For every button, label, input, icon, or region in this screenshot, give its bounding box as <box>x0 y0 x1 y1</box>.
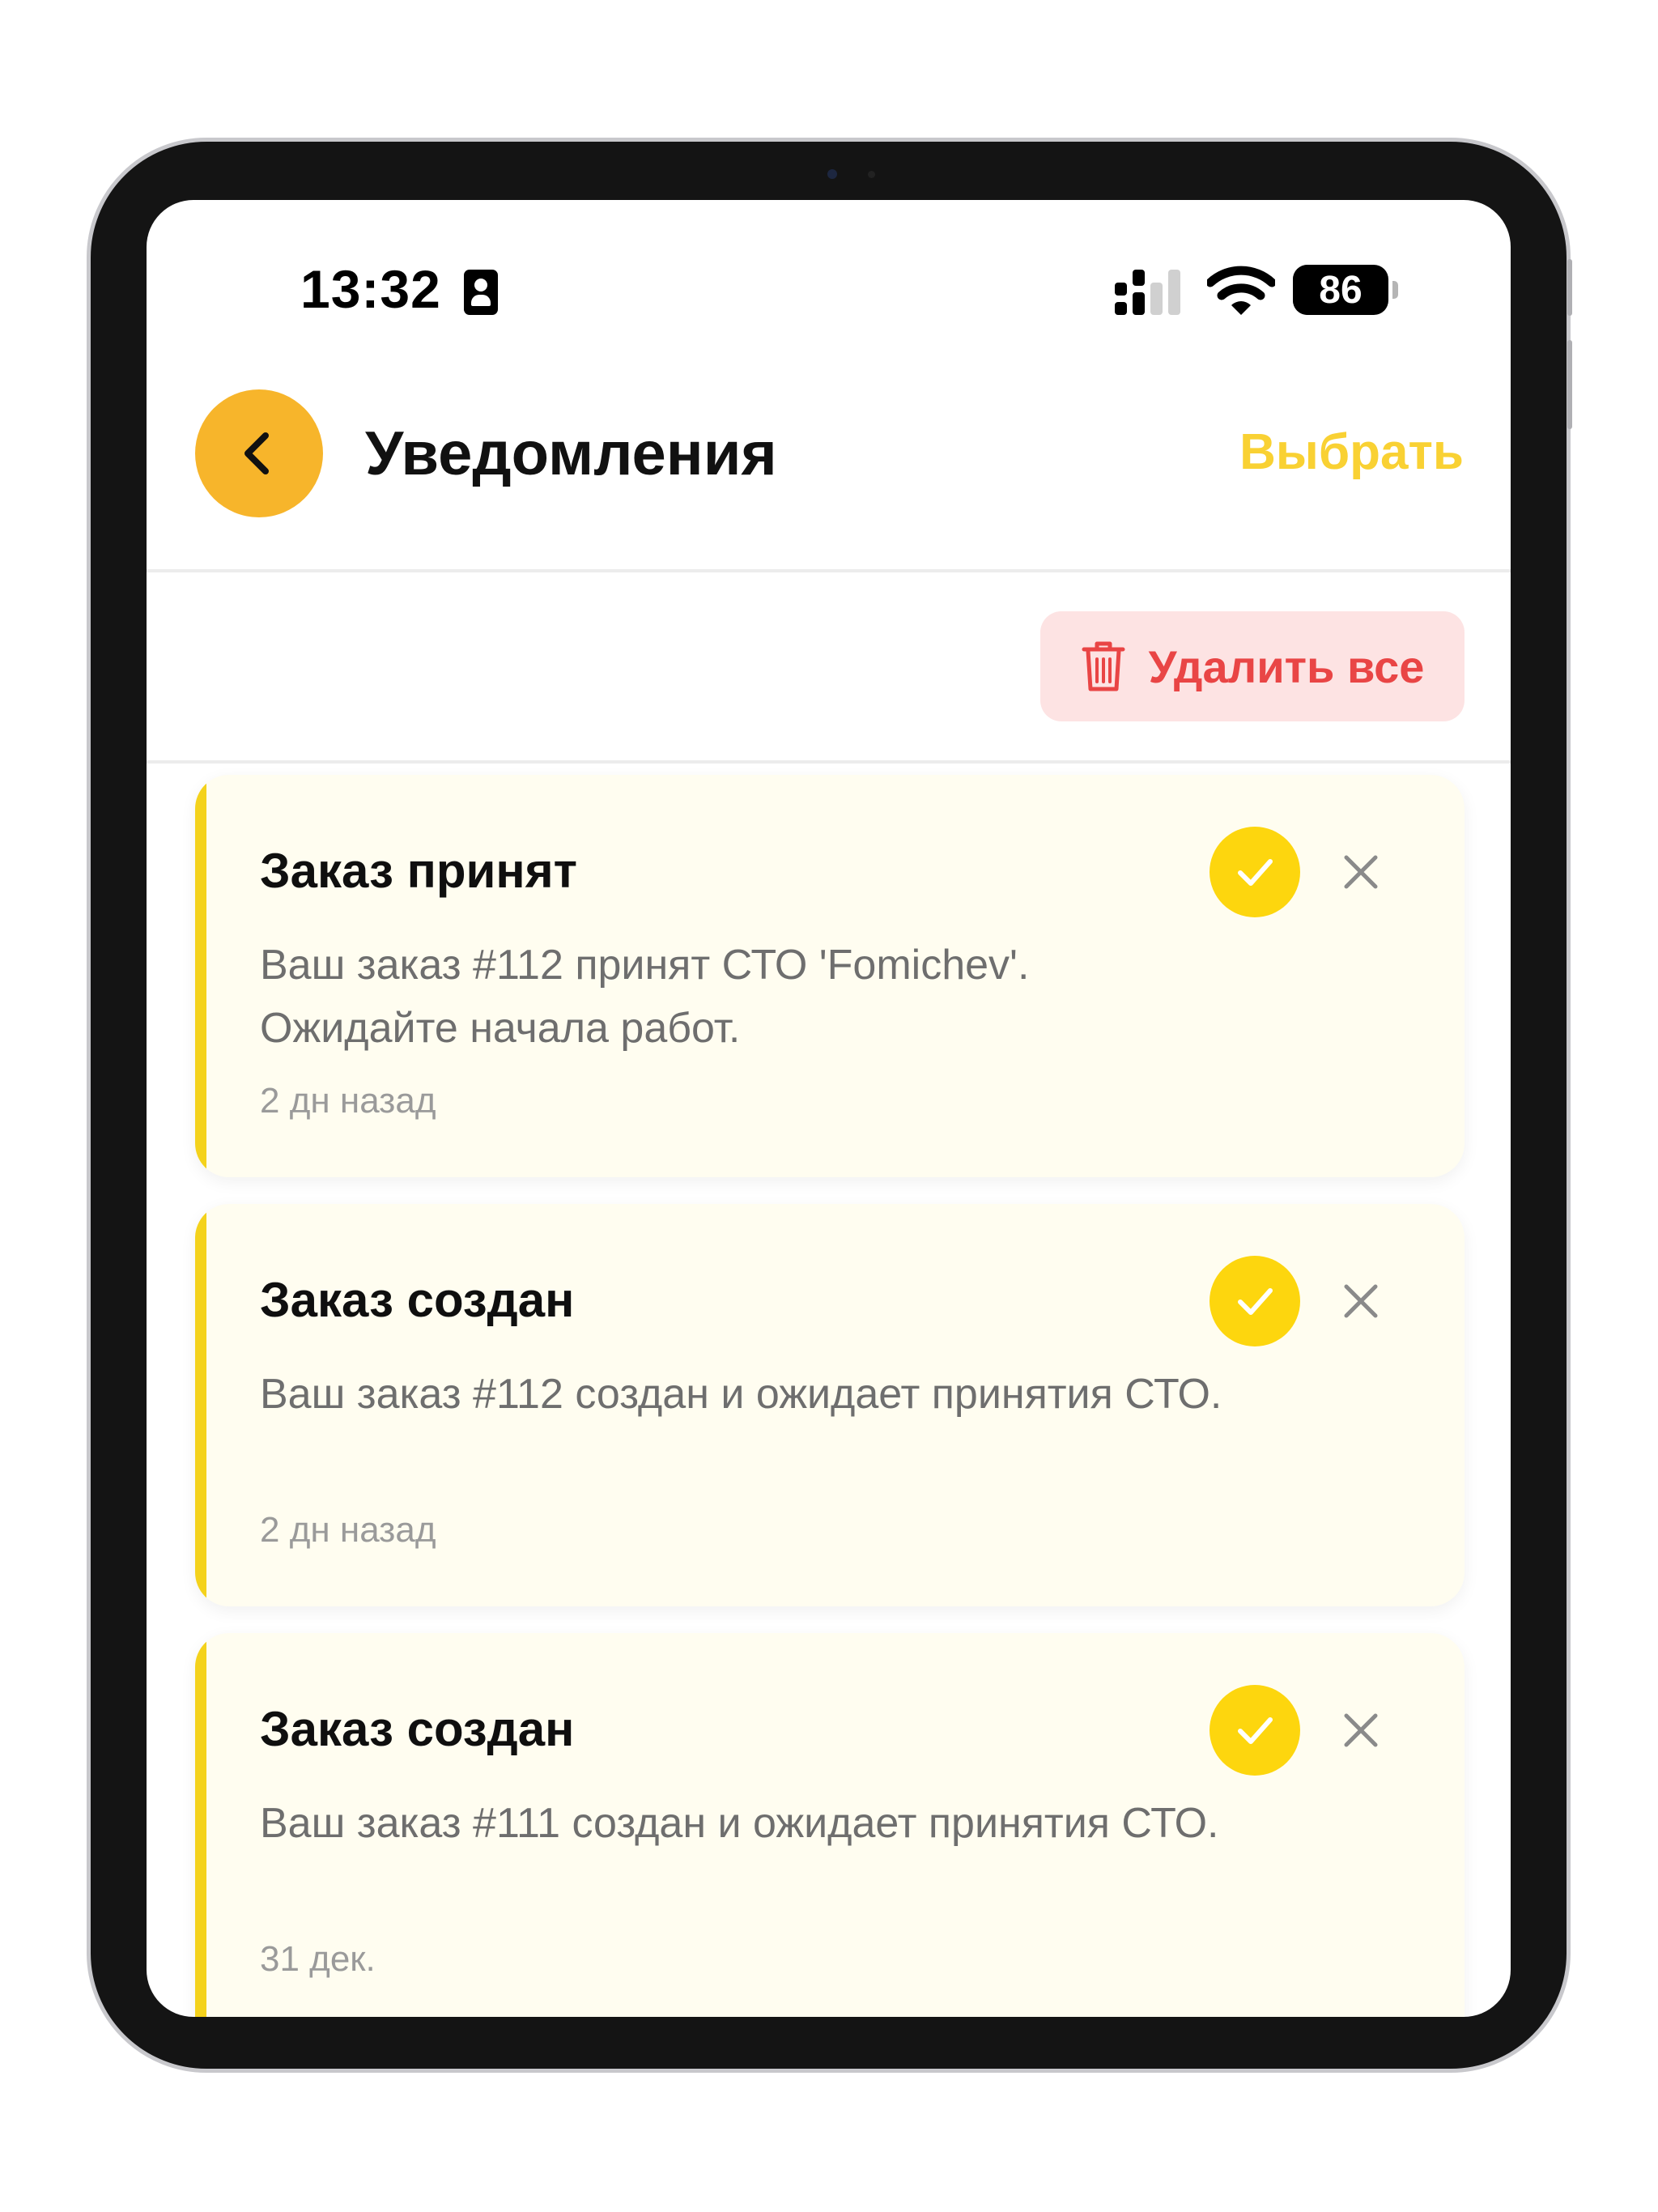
close-icon <box>1344 1713 1378 1747</box>
notification-body: Ваш заказ #111 создан и ожидает принятия… <box>260 1800 1219 1847</box>
delete-notification-button[interactable] <box>1329 1698 1393 1763</box>
notification-time: 31 дек. <box>260 1939 376 1979</box>
select-button[interactable]: Выбрать <box>1239 423 1464 481</box>
checkmark-icon <box>1238 859 1273 886</box>
delete-notification-button[interactable] <box>1329 1269 1393 1334</box>
card-accent-bar <box>195 775 206 1177</box>
delete-all-label: Удалить все <box>1148 640 1425 692</box>
status-time: 13:32 <box>300 259 441 319</box>
notification-card[interactable]: Заказ создан Ваш заказ #111 создан и ожи… <box>195 1633 1465 2017</box>
battery-icon: 86 <box>1293 265 1398 315</box>
notification-title: Заказ принят <box>260 844 577 898</box>
battery-percentage: 86 <box>1319 268 1363 312</box>
camera-dot <box>827 169 837 179</box>
checkmark-icon <box>1238 1288 1273 1315</box>
notification-title: Заказ создан <box>260 1273 575 1327</box>
notification-body: Ваш заказ #112 принят СТО 'Fomichev'. Ож… <box>260 942 1030 1052</box>
delete-notification-button[interactable] <box>1329 840 1393 904</box>
camera-dot <box>868 171 875 178</box>
card-accent-bar <box>195 1204 206 1606</box>
back-button[interactable] <box>195 389 323 517</box>
chevron-left-icon <box>244 432 269 474</box>
header-divider <box>147 569 1511 572</box>
notification-card[interactable]: Заказ принят Ваш заказ #112 принят СТО '… <box>195 775 1465 1177</box>
mark-read-button[interactable] <box>1209 1256 1300 1346</box>
contact-card-icon <box>464 270 498 315</box>
volume-button <box>1567 340 1572 429</box>
app-screen: 13:32 86 Уведомления Выбрать Удалить все… <box>147 200 1511 2017</box>
close-icon <box>1344 855 1378 889</box>
trash-icon <box>1082 641 1125 691</box>
notification-time: 2 дн назад <box>260 1081 436 1121</box>
checkmark-icon <box>1238 1717 1273 1744</box>
cellular-signal-icon <box>1115 270 1197 315</box>
notification-body: Ваш заказ #112 создан и ожидает принятия… <box>260 1371 1222 1418</box>
notification-card[interactable]: Заказ создан Ваш заказ #112 создан и ожи… <box>195 1204 1465 1606</box>
mark-read-button[interactable] <box>1209 1685 1300 1776</box>
card-accent-bar <box>195 1633 206 2017</box>
page-title: Уведомления <box>365 419 777 488</box>
mark-read-button[interactable] <box>1209 827 1300 917</box>
toolbar-divider <box>147 760 1511 764</box>
volume-button <box>1567 259 1572 316</box>
notification-title: Заказ создан <box>260 1702 575 1756</box>
notification-time: 2 дн назад <box>260 1510 436 1550</box>
close-icon <box>1344 1284 1378 1318</box>
delete-all-button[interactable]: Удалить все <box>1040 611 1465 721</box>
wifi-icon <box>1207 266 1275 315</box>
